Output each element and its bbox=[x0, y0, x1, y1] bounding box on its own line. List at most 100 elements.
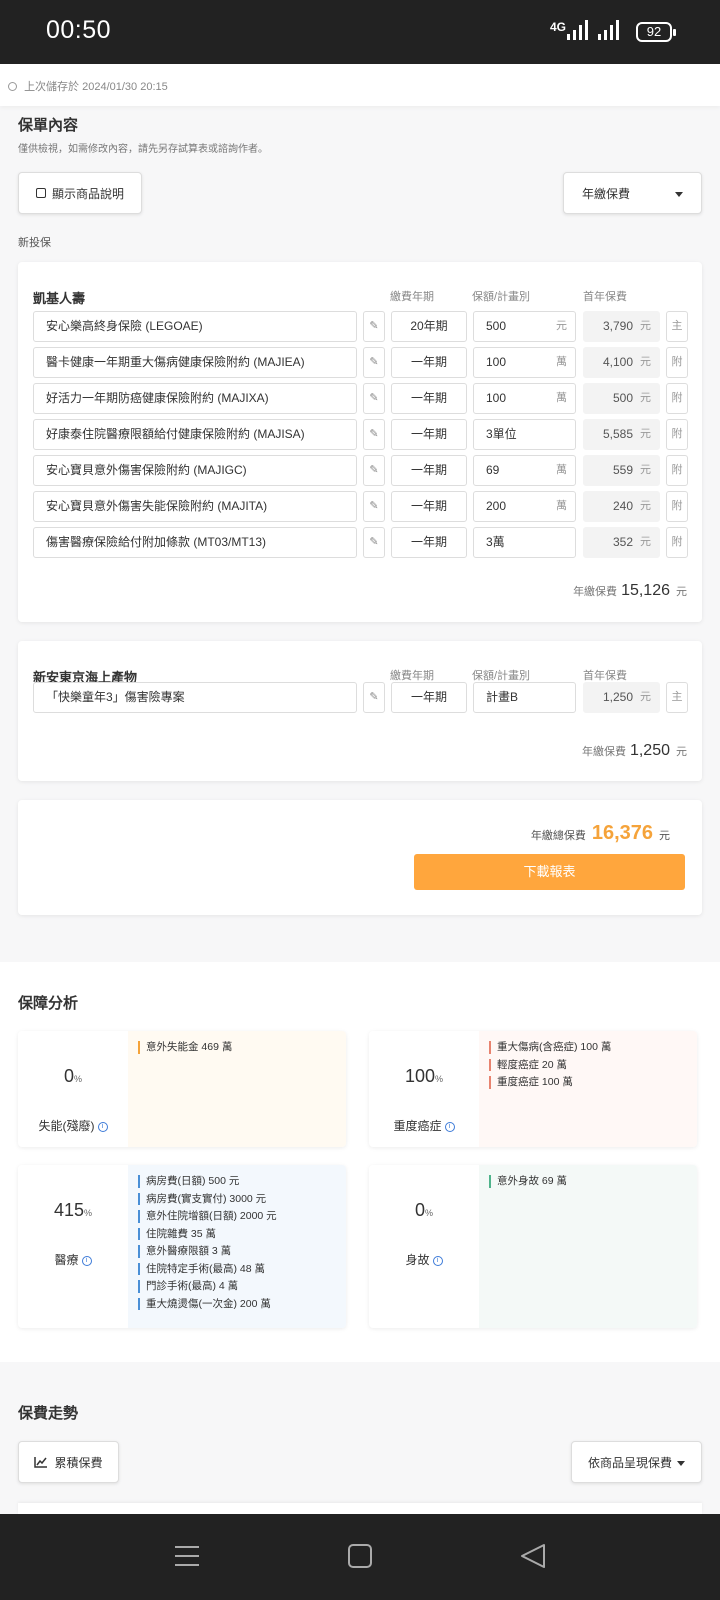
save-status-bar: 上次儲存於 2024/01/30 20:15 bbox=[0, 64, 720, 106]
status-bar: 00:50 4G 92 bbox=[0, 0, 720, 64]
coverage-amount[interactable]: 計畫B bbox=[473, 682, 576, 713]
coverage-amount[interactable]: 100 萬 bbox=[473, 383, 576, 414]
pay-mode-select[interactable]: 年繳保費 bbox=[563, 172, 702, 214]
edit-icon[interactable]: ✎ bbox=[363, 682, 385, 713]
by-product-select[interactable]: 依商品呈現保費 bbox=[571, 1441, 702, 1483]
show-description-label: 顯示商品說明 bbox=[51, 186, 124, 201]
product-row: 安心寶貝意外傷害失能保險附約 (MAJITA) ✎ 一年期 200 萬 240 元 附 bbox=[33, 491, 689, 522]
clock-icon bbox=[8, 81, 17, 91]
payment-term[interactable]: 一年期 bbox=[391, 527, 467, 558]
total-premium-value: 16,376 bbox=[591, 822, 653, 844]
back-icon[interactable] bbox=[520, 1543, 546, 1569]
premium-value: 3,790 bbox=[602, 319, 633, 333]
payment-term[interactable]: 一年期 bbox=[391, 491, 467, 522]
menu-icon[interactable] bbox=[175, 1544, 201, 1568]
info-icon[interactable]: i bbox=[81, 1255, 92, 1266]
annual-premium-unit: 元 bbox=[676, 586, 687, 598]
coverage-summary: 0% 失能(殘廢) i bbox=[18, 1031, 128, 1147]
coverage-percent-value: 415 bbox=[53, 1200, 85, 1220]
coverage-summary: 100% 重度癌症 i bbox=[369, 1031, 479, 1147]
trend-title: 保費走勢 bbox=[18, 1405, 79, 1422]
coverage-percent: 415% bbox=[18, 1200, 128, 1221]
edit-icon[interactable]: ✎ bbox=[363, 491, 385, 522]
coverage-amount[interactable]: 3萬 bbox=[473, 527, 576, 558]
coverage-amount-unit: 萬 bbox=[556, 356, 567, 368]
coverage-amount[interactable]: 200 萬 bbox=[473, 491, 576, 522]
coverage-item: 門診手術(最高) 4 萬 bbox=[138, 1280, 336, 1293]
col-premium-header: 首年保費 bbox=[583, 291, 627, 303]
edit-icon[interactable]: ✎ bbox=[363, 311, 385, 342]
annual-premium-label: 年繳保費 bbox=[581, 746, 626, 758]
premium-unit: 元 bbox=[640, 691, 651, 703]
network-label: 4G bbox=[550, 20, 567, 34]
coverage-items: 意外身故 69 萬 bbox=[479, 1165, 697, 1328]
coverage-card: 0% 身故 i 意外身故 69 萬 bbox=[369, 1165, 697, 1328]
product-name[interactable]: 「快樂童年3」傷害險專案 bbox=[33, 682, 357, 713]
coverage-label-text: 醫療 bbox=[54, 1253, 79, 1267]
edit-icon[interactable]: ✎ bbox=[363, 383, 385, 414]
edit-icon[interactable]: ✎ bbox=[363, 347, 385, 378]
payment-term[interactable]: 一年期 bbox=[391, 455, 467, 486]
coverage-amount[interactable]: 500 元 bbox=[473, 311, 576, 342]
coverage-amount[interactable]: 100 萬 bbox=[473, 347, 576, 378]
insurer-card-kgi: 凱基人壽 繳費年期 保額/計畫別 首年保費 安心樂高終身保險 (LEGOAE) ✎… bbox=[18, 262, 702, 622]
product-name[interactable]: 醫卡健康一年期重大傷病健康保險附約 (MAJIEA) bbox=[33, 347, 357, 378]
coverage-amount-value: 計畫B bbox=[486, 690, 519, 704]
coverage-percent-value: 0 bbox=[63, 1066, 74, 1086]
premium-value: 1,250 bbox=[602, 690, 633, 704]
payment-term[interactable]: 20年期 bbox=[391, 311, 467, 342]
product-name[interactable]: 安心樂高終身保險 (LEGOAE) bbox=[33, 311, 357, 342]
info-icon[interactable]: i bbox=[432, 1255, 443, 1266]
payment-term[interactable]: 一年期 bbox=[391, 419, 467, 450]
coverage-amount-value: 500 bbox=[486, 319, 507, 333]
coverage-amount-value: 3單位 bbox=[486, 427, 517, 441]
coverage-amount[interactable]: 69 萬 bbox=[473, 455, 576, 486]
home-icon[interactable] bbox=[348, 1544, 372, 1568]
show-description-button[interactable]: 顯示商品說明 bbox=[18, 172, 142, 214]
product-name[interactable]: 安心寶貝意外傷害失能保險附約 (MAJITA) bbox=[33, 491, 357, 522]
product-name[interactable]: 傷害醫療保險給付附加條款 (MT03/MT13) bbox=[33, 527, 357, 558]
premium-unit: 元 bbox=[640, 536, 651, 548]
coverage-amount[interactable]: 3單位 bbox=[473, 419, 576, 450]
coverage-item: 住院特定手術(最高) 48 萬 bbox=[138, 1262, 336, 1275]
product-row: 醫卡健康一年期重大傷病健康保險附約 (MAJIEA) ✎ 一年期 100 萬 4,100 元… bbox=[33, 347, 689, 378]
checkbox-icon bbox=[35, 188, 46, 198]
annual-premium: 年繳保費 1,250 元 bbox=[582, 742, 687, 760]
payment-term[interactable]: 一年期 bbox=[391, 347, 467, 378]
coverage-card: 100% 重度癌症 i 重大傷病(含癌症) 100 萬輕度癌症 20 萬重度癌症 10… bbox=[369, 1031, 697, 1147]
cumulative-premium-button[interactable]: 累積保費 bbox=[18, 1441, 119, 1483]
cumulative-premium-label: 累積保費 bbox=[54, 1455, 103, 1470]
coverage-label-text: 失能(殘廢) bbox=[38, 1119, 95, 1133]
coverage-amount-value: 100 bbox=[486, 355, 507, 369]
product-name[interactable]: 安心寶貝意外傷害保險附約 (MAJIGC) bbox=[33, 455, 357, 486]
policy-type-badge: 附 bbox=[666, 383, 688, 414]
product-name[interactable]: 好康泰住院醫療限額給付健康保險附約 (MAJISA) bbox=[33, 419, 357, 450]
annual-premium-label: 年繳保費 bbox=[573, 586, 618, 598]
payment-term[interactable]: 一年期 bbox=[391, 383, 467, 414]
save-status-text: 上次儲存於 2024/01/30 20:15 bbox=[24, 81, 168, 93]
first-year-premium: 4,100 元 bbox=[583, 347, 660, 378]
coverage-percent: 0% bbox=[369, 1200, 479, 1221]
coverage-item: 重大傷病(含癌症) 100 萬 bbox=[489, 1041, 687, 1054]
product-row: 好活力一年期防癌健康保險附約 (MAJIXA) ✎ 一年期 100 萬 500 元 附 bbox=[33, 383, 689, 414]
coverage-item: 意外身故 69 萬 bbox=[489, 1175, 687, 1188]
coverage-amount-value: 3萬 bbox=[486, 535, 505, 549]
analysis-title: 保障分析 bbox=[18, 995, 79, 1012]
info-icon[interactable]: i bbox=[97, 1121, 108, 1132]
by-product-label: 依商品呈現保費 bbox=[588, 1455, 673, 1470]
coverage-item: 意外醫療限額 3 萬 bbox=[138, 1245, 336, 1258]
coverage-item: 輕度癌症 20 萬 bbox=[489, 1058, 687, 1071]
col-amount-header: 保額/計畫別 bbox=[472, 670, 531, 682]
payment-term[interactable]: 一年期 bbox=[391, 682, 467, 713]
edit-icon[interactable]: ✎ bbox=[363, 419, 385, 450]
product-name[interactable]: 好活力一年期防癌健康保險附約 (MAJIXA) bbox=[33, 383, 357, 414]
coverage-label-text: 重度癌症 bbox=[393, 1119, 442, 1133]
product-row: 「快樂童年3」傷害險專案 ✎ 一年期 計畫B 1,250 元 主 bbox=[33, 682, 689, 713]
coverage-item: 意外住院增額(日額) 2000 元 bbox=[138, 1210, 336, 1223]
info-icon[interactable]: i bbox=[444, 1121, 455, 1132]
battery-indicator: 92 bbox=[636, 22, 676, 42]
download-report-button[interactable]: 下載報表 bbox=[414, 854, 685, 890]
first-year-premium: 352 元 bbox=[583, 527, 660, 558]
edit-icon[interactable]: ✎ bbox=[363, 455, 385, 486]
edit-icon[interactable]: ✎ bbox=[363, 527, 385, 558]
